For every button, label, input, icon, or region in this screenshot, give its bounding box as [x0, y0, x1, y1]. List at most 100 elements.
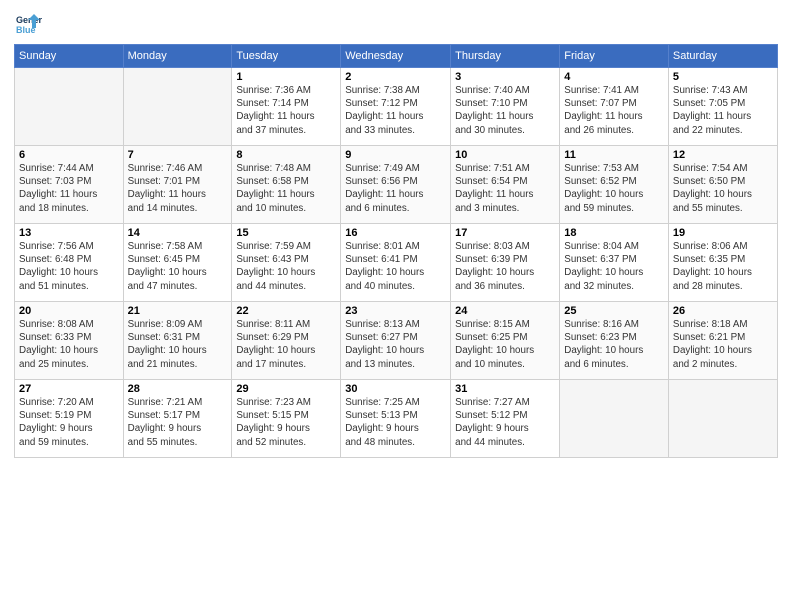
week-row-3: 13Sunrise: 7:56 AM Sunset: 6:48 PM Dayli…	[15, 224, 778, 302]
day-number: 10	[455, 149, 555, 161]
day-info: Sunrise: 8:03 AM Sunset: 6:39 PM Dayligh…	[455, 240, 555, 293]
day-cell: 10Sunrise: 7:51 AM Sunset: 6:54 PM Dayli…	[451, 146, 560, 224]
day-cell: 21Sunrise: 8:09 AM Sunset: 6:31 PM Dayli…	[123, 302, 232, 380]
day-cell: 6Sunrise: 7:44 AM Sunset: 7:03 PM Daylig…	[15, 146, 124, 224]
day-info: Sunrise: 7:21 AM Sunset: 5:17 PM Dayligh…	[128, 396, 228, 449]
day-number: 8	[236, 149, 336, 161]
day-info: Sunrise: 8:09 AM Sunset: 6:31 PM Dayligh…	[128, 318, 228, 371]
day-info: Sunrise: 7:56 AM Sunset: 6:48 PM Dayligh…	[19, 240, 119, 293]
day-info: Sunrise: 8:13 AM Sunset: 6:27 PM Dayligh…	[345, 318, 446, 371]
day-info: Sunrise: 7:41 AM Sunset: 7:07 PM Dayligh…	[564, 84, 664, 137]
day-info: Sunrise: 8:18 AM Sunset: 6:21 PM Dayligh…	[673, 318, 773, 371]
day-cell: 1Sunrise: 7:36 AM Sunset: 7:14 PM Daylig…	[232, 68, 341, 146]
day-info: Sunrise: 7:58 AM Sunset: 6:45 PM Dayligh…	[128, 240, 228, 293]
day-cell: 16Sunrise: 8:01 AM Sunset: 6:41 PM Dayli…	[341, 224, 451, 302]
day-number: 9	[345, 149, 446, 161]
day-info: Sunrise: 7:38 AM Sunset: 7:12 PM Dayligh…	[345, 84, 446, 137]
day-info: Sunrise: 8:08 AM Sunset: 6:33 PM Dayligh…	[19, 318, 119, 371]
day-number: 3	[455, 71, 555, 83]
day-number: 6	[19, 149, 119, 161]
day-number: 25	[564, 305, 664, 317]
day-number: 4	[564, 71, 664, 83]
day-number: 31	[455, 383, 555, 395]
day-number: 26	[673, 305, 773, 317]
week-row-2: 6Sunrise: 7:44 AM Sunset: 7:03 PM Daylig…	[15, 146, 778, 224]
weekday-header-monday: Monday	[123, 45, 232, 68]
weekday-header-friday: Friday	[560, 45, 669, 68]
day-cell: 28Sunrise: 7:21 AM Sunset: 5:17 PM Dayli…	[123, 380, 232, 458]
day-number: 16	[345, 227, 446, 239]
weekday-header-saturday: Saturday	[668, 45, 777, 68]
day-cell: 14Sunrise: 7:58 AM Sunset: 6:45 PM Dayli…	[123, 224, 232, 302]
day-info: Sunrise: 8:11 AM Sunset: 6:29 PM Dayligh…	[236, 318, 336, 371]
day-number: 17	[455, 227, 555, 239]
day-info: Sunrise: 7:46 AM Sunset: 7:01 PM Dayligh…	[128, 162, 228, 215]
day-number: 14	[128, 227, 228, 239]
day-number: 13	[19, 227, 119, 239]
day-cell: 17Sunrise: 8:03 AM Sunset: 6:39 PM Dayli…	[451, 224, 560, 302]
day-cell: 25Sunrise: 8:16 AM Sunset: 6:23 PM Dayli…	[560, 302, 669, 380]
day-number: 27	[19, 383, 119, 395]
day-info: Sunrise: 7:43 AM Sunset: 7:05 PM Dayligh…	[673, 84, 773, 137]
day-info: Sunrise: 7:25 AM Sunset: 5:13 PM Dayligh…	[345, 396, 446, 449]
day-info: Sunrise: 7:54 AM Sunset: 6:50 PM Dayligh…	[673, 162, 773, 215]
logo-icon: General Blue	[14, 10, 42, 38]
day-info: Sunrise: 7:44 AM Sunset: 7:03 PM Dayligh…	[19, 162, 119, 215]
day-cell	[560, 380, 669, 458]
day-number: 2	[345, 71, 446, 83]
day-cell: 18Sunrise: 8:04 AM Sunset: 6:37 PM Dayli…	[560, 224, 669, 302]
day-number: 21	[128, 305, 228, 317]
day-cell: 15Sunrise: 7:59 AM Sunset: 6:43 PM Dayli…	[232, 224, 341, 302]
day-number: 1	[236, 71, 336, 83]
calendar-container: General Blue SundayMondayTuesdayWednesda…	[0, 0, 792, 466]
day-number: 19	[673, 227, 773, 239]
day-cell: 20Sunrise: 8:08 AM Sunset: 6:33 PM Dayli…	[15, 302, 124, 380]
day-number: 24	[455, 305, 555, 317]
calendar-header: General Blue	[14, 10, 778, 38]
weekday-header-row: SundayMondayTuesdayWednesdayThursdayFrid…	[15, 45, 778, 68]
day-cell: 2Sunrise: 7:38 AM Sunset: 7:12 PM Daylig…	[341, 68, 451, 146]
day-cell	[123, 68, 232, 146]
day-info: Sunrise: 7:49 AM Sunset: 6:56 PM Dayligh…	[345, 162, 446, 215]
weekday-header-sunday: Sunday	[15, 45, 124, 68]
logo: General Blue	[14, 10, 44, 38]
day-info: Sunrise: 7:23 AM Sunset: 5:15 PM Dayligh…	[236, 396, 336, 449]
day-cell: 23Sunrise: 8:13 AM Sunset: 6:27 PM Dayli…	[341, 302, 451, 380]
day-cell: 4Sunrise: 7:41 AM Sunset: 7:07 PM Daylig…	[560, 68, 669, 146]
day-number: 7	[128, 149, 228, 161]
week-row-1: 1Sunrise: 7:36 AM Sunset: 7:14 PM Daylig…	[15, 68, 778, 146]
day-cell: 12Sunrise: 7:54 AM Sunset: 6:50 PM Dayli…	[668, 146, 777, 224]
day-number: 20	[19, 305, 119, 317]
day-info: Sunrise: 8:04 AM Sunset: 6:37 PM Dayligh…	[564, 240, 664, 293]
day-number: 11	[564, 149, 664, 161]
day-cell	[668, 380, 777, 458]
day-info: Sunrise: 7:59 AM Sunset: 6:43 PM Dayligh…	[236, 240, 336, 293]
day-cell: 3Sunrise: 7:40 AM Sunset: 7:10 PM Daylig…	[451, 68, 560, 146]
day-info: Sunrise: 7:36 AM Sunset: 7:14 PM Dayligh…	[236, 84, 336, 137]
day-number: 5	[673, 71, 773, 83]
day-number: 30	[345, 383, 446, 395]
day-info: Sunrise: 7:20 AM Sunset: 5:19 PM Dayligh…	[19, 396, 119, 449]
day-info: Sunrise: 8:15 AM Sunset: 6:25 PM Dayligh…	[455, 318, 555, 371]
day-cell: 7Sunrise: 7:46 AM Sunset: 7:01 PM Daylig…	[123, 146, 232, 224]
day-cell: 31Sunrise: 7:27 AM Sunset: 5:12 PM Dayli…	[451, 380, 560, 458]
day-cell: 27Sunrise: 7:20 AM Sunset: 5:19 PM Dayli…	[15, 380, 124, 458]
day-cell: 30Sunrise: 7:25 AM Sunset: 5:13 PM Dayli…	[341, 380, 451, 458]
day-cell: 29Sunrise: 7:23 AM Sunset: 5:15 PM Dayli…	[232, 380, 341, 458]
day-cell: 5Sunrise: 7:43 AM Sunset: 7:05 PM Daylig…	[668, 68, 777, 146]
day-info: Sunrise: 7:53 AM Sunset: 6:52 PM Dayligh…	[564, 162, 664, 215]
day-info: Sunrise: 8:16 AM Sunset: 6:23 PM Dayligh…	[564, 318, 664, 371]
week-row-4: 20Sunrise: 8:08 AM Sunset: 6:33 PM Dayli…	[15, 302, 778, 380]
day-cell: 13Sunrise: 7:56 AM Sunset: 6:48 PM Dayli…	[15, 224, 124, 302]
day-info: Sunrise: 7:48 AM Sunset: 6:58 PM Dayligh…	[236, 162, 336, 215]
day-cell: 11Sunrise: 7:53 AM Sunset: 6:52 PM Dayli…	[560, 146, 669, 224]
day-cell: 9Sunrise: 7:49 AM Sunset: 6:56 PM Daylig…	[341, 146, 451, 224]
calendar-table: SundayMondayTuesdayWednesdayThursdayFrid…	[14, 44, 778, 458]
day-info: Sunrise: 7:27 AM Sunset: 5:12 PM Dayligh…	[455, 396, 555, 449]
week-row-5: 27Sunrise: 7:20 AM Sunset: 5:19 PM Dayli…	[15, 380, 778, 458]
weekday-header-wednesday: Wednesday	[341, 45, 451, 68]
day-number: 29	[236, 383, 336, 395]
day-cell: 22Sunrise: 8:11 AM Sunset: 6:29 PM Dayli…	[232, 302, 341, 380]
weekday-header-tuesday: Tuesday	[232, 45, 341, 68]
day-cell: 26Sunrise: 8:18 AM Sunset: 6:21 PM Dayli…	[668, 302, 777, 380]
